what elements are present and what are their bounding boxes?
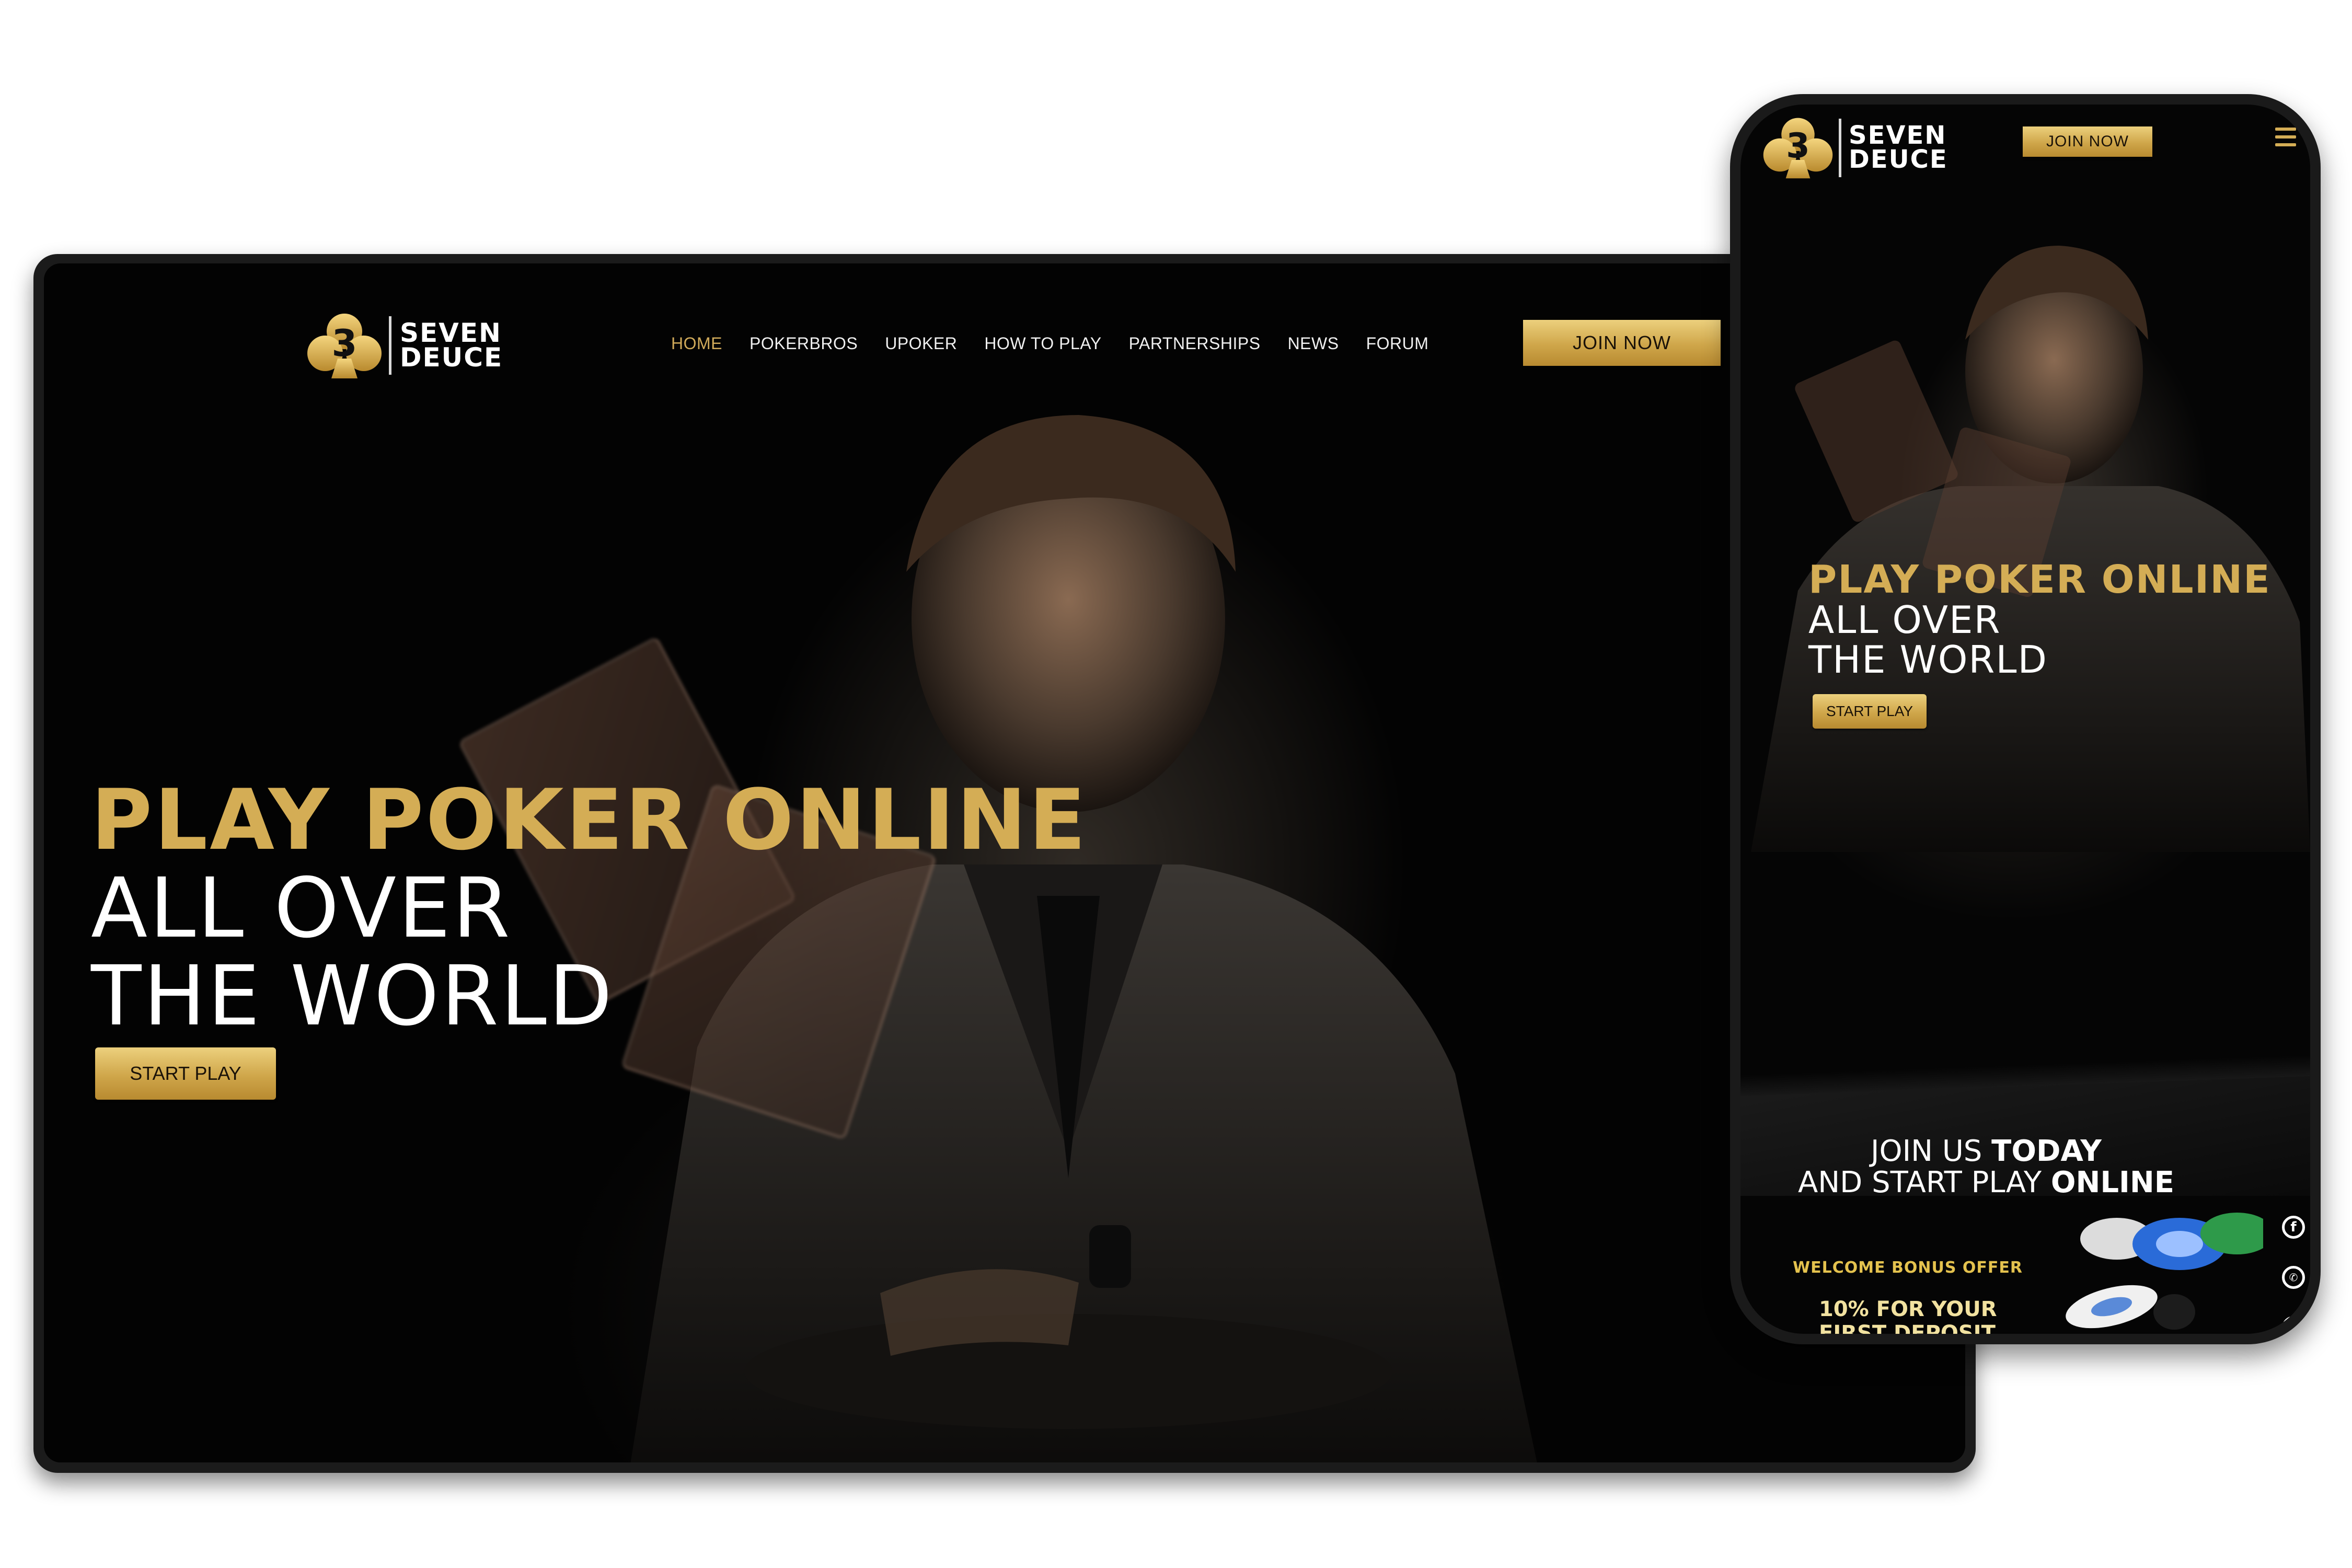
join-us-light-2: AND START PLAY [1797,1166,2051,1200]
mobile-logo-divider [1839,118,1841,177]
mobile-brand-line-1: SEVEN [1849,120,1947,150]
hero-headline-line-3: THE WORLD [91,948,615,1044]
hamburger-bar [2275,143,2296,146]
hamburger-icon[interactable] [2275,126,2296,147]
mobile-hero-headline-gold: PLAY POKER ONLINE [1808,557,2271,602]
mobile-hero-headline-line-2: ALL OVER [1808,598,2001,642]
nav-pokerbros[interactable]: POKERBROS [750,334,858,353]
start-play-button[interactable]: START PLAY [95,1047,276,1100]
bonus-subtitle: 10% FOR YOUR FIRST DEPOSIT [1819,1297,1997,1334]
facebook-icon[interactable]: f [2282,1216,2305,1239]
phone-screen: 3 SEVEN DEUCE JOIN NOW PLAY POKER ONLINE… [1740,105,2310,1334]
join-us-bold-2: ONLINE [2050,1166,2175,1200]
poker-chips-image [2066,1213,2263,1330]
join-now-button[interactable]: JOIN NOW [1523,320,1721,366]
brand-logo[interactable]: 3 SEVEN DEUCE [305,312,503,379]
mobile-join-now-button[interactable]: JOIN NOW [2023,126,2152,157]
hero-heading: PLAY POKER ONLINE ALL OVER THE WORLD [91,771,1088,1044]
nav-how-to-play[interactable]: HOW TO PLAY [984,334,1101,353]
mobile-start-play-button[interactable]: START PLAY [1813,694,1927,729]
main-navigation: HOME POKERBROS UPOKER HOW TO PLAY PARTNE… [671,334,1428,353]
hero-headline-line-2: ALL OVER [91,860,512,956]
mobile-hero-headline-line-3: THE WORLD [1808,638,2048,682]
nav-partnerships[interactable]: PARTNERSHIPS [1129,334,1261,353]
desktop-device-frame: 3 SEVEN DEUCE HOME POKERBROS UPOKER HOW … [33,254,1976,1473]
mobile-club-logo-icon: 3 [1763,118,1833,179]
nav-news[interactable]: NEWS [1288,334,1339,353]
join-us-title-line-1: JOIN US TODAY [1740,1134,2232,1168]
brand-line-2: DEUCE [400,342,503,373]
mobile-brand-line-2: DEUCE [1849,144,1948,174]
bonus-title: WELCOME BONUS OFFER [1793,1259,2023,1277]
svg-text:3: 3 [1786,126,1809,166]
nav-forum[interactable]: FORUM [1366,334,1429,353]
join-us-bold-1: TODAY [1991,1134,2102,1168]
mobile-brand-wordmark: SEVEN DEUCE [1849,120,1948,174]
nav-upoker[interactable]: UPOKER [885,334,957,353]
whatsapp-icon[interactable]: ✆ [2282,1266,2305,1289]
svg-text:3: 3 [332,322,358,365]
hamburger-bar [2275,128,2296,131]
brand-line-1: SEVEN [400,317,502,348]
club-logo-icon: 3 [307,314,382,378]
join-us-light-1: JOIN US [1871,1134,1992,1168]
nav-home[interactable]: HOME [671,334,722,353]
hero-headline-gold: PLAY POKER ONLINE [91,771,1088,869]
hamburger-bar [2275,135,2296,139]
desktop-screen: 3 SEVEN DEUCE HOME POKERBROS UPOKER HOW … [44,263,1965,1462]
phone-device-frame: 3 SEVEN DEUCE JOIN NOW PLAY POKER ONLINE… [1730,94,2321,1344]
mobile-hero-heading: PLAY POKER ONLINE ALL OVER THE WORLD [1808,559,2271,679]
logo-divider [389,316,391,375]
mobile-brand-logo[interactable]: 3 SEVEN DEUCE [1761,115,1948,180]
brand-wordmark: SEVEN DEUCE [400,317,503,373]
join-us-title-line-2: AND START PLAY ONLINE [1740,1166,2232,1200]
